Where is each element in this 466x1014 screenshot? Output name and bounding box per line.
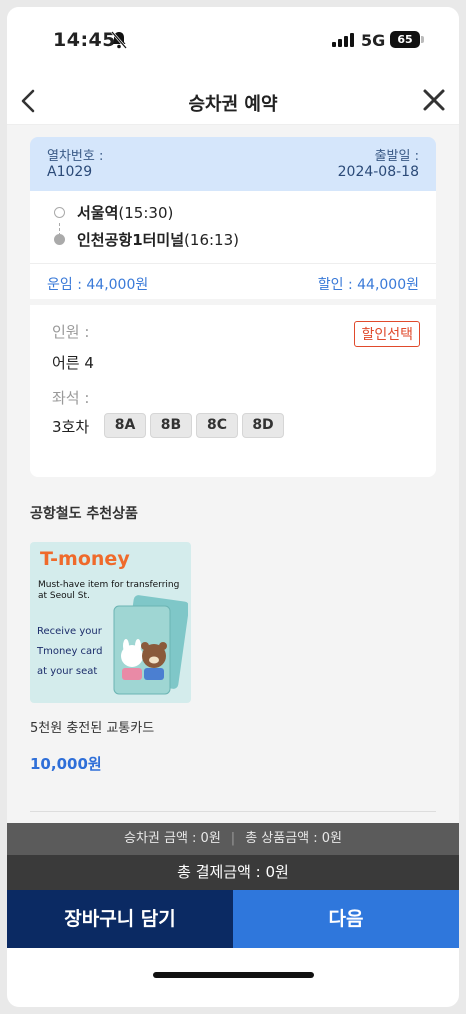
discount-amount: 할인 : 44,000원 xyxy=(317,277,419,293)
product-name: 5천원 충전된 교통카드 xyxy=(30,721,155,736)
route-card: 서울역(15:30) 인천공항1터미널(16:13) 운임 : 44,000원 … xyxy=(30,191,436,299)
seat-label: 좌석 : xyxy=(52,389,90,407)
battery-icon: 65 xyxy=(390,31,424,48)
bell-off-icon xyxy=(111,31,127,49)
status-bar: 14:45 5G 65 xyxy=(7,7,459,79)
product-amount: 총 상품금액 : 0원 xyxy=(245,831,342,846)
total-payment: 총 결제금액 : 0원 xyxy=(7,855,459,890)
divider xyxy=(30,811,436,812)
reservation-content: 열차번호 : A1029 출발일 : 2024-08-18 서울역(15:30)… xyxy=(7,125,459,823)
amount-summary: 승차권 금액 : 0원 | 총 상품금액 : 0원 xyxy=(7,823,459,855)
product-brand: T-money xyxy=(40,548,130,570)
people-label: 인원 : xyxy=(52,323,90,341)
departure-dot-icon xyxy=(54,207,65,218)
summary-separator: | xyxy=(230,831,236,846)
page-title: 승차권 예약 xyxy=(188,94,278,115)
arrival-dot-icon xyxy=(54,234,65,245)
signal-icon xyxy=(332,33,354,47)
discount-select-button[interactable]: 할인선택 xyxy=(354,321,420,347)
recommend-title: 공항철도 추천상품 xyxy=(30,506,138,522)
fare-row: 운임 : 44,000원 할인 : 44,000원 xyxy=(30,263,436,297)
close-icon[interactable] xyxy=(421,87,447,113)
add-to-cart-button[interactable]: 장바구니 담기 xyxy=(7,890,233,948)
departure-date-label: 출발일 : xyxy=(374,149,419,164)
product-price: 10,000원 xyxy=(30,755,102,773)
product-image[interactable]: T-money Must-have item for transferring … xyxy=(30,542,191,703)
tmoney-card-illustration-icon xyxy=(113,595,188,695)
network-type: 5G xyxy=(361,31,386,50)
ticket-amount: 승차권 금액 : 0원 xyxy=(123,831,221,846)
departure-station: 서울역 xyxy=(77,204,119,222)
train-number-label: 열차번호 : xyxy=(47,149,104,164)
next-button[interactable]: 다음 xyxy=(233,890,459,948)
seat-chip: 8D xyxy=(242,413,284,438)
train-number: A1029 xyxy=(47,164,93,180)
people-value: 어른 4 xyxy=(52,354,94,372)
departure-time: (15:30) xyxy=(118,204,174,222)
seat-chip: 8B xyxy=(150,413,192,438)
car-number: 3호차 xyxy=(52,418,90,436)
phone-screen: 14:45 5G 65 승차권 예약 열차번호 : A1029 출발일: 20… xyxy=(7,7,459,1007)
status-time: 14:45 xyxy=(53,29,116,51)
arrival-station: 인천공항1터미널 xyxy=(77,231,185,249)
departure-stop: 서울역(15:30) xyxy=(77,202,173,223)
train-info-header: 열차번호 : A1029 출발일 : 2024-08-18 xyxy=(30,137,436,191)
departure-date: 2024-08-18 xyxy=(337,164,419,180)
arrival-stop: 인천공항1터미널(16:13) xyxy=(77,229,239,250)
app-header: 승차권 예약 xyxy=(7,79,459,125)
seat-chip: 8A xyxy=(104,413,146,438)
seat-chip: 8C xyxy=(196,413,238,438)
home-indicator[interactable] xyxy=(153,972,314,978)
fare-amount: 운임 : 44,000원 xyxy=(47,277,149,293)
arrival-time: (16:13) xyxy=(184,231,239,249)
passenger-card: 인원 : 할인선택 어른 4 좌석 : 3호차 8A 8B 8C 8D xyxy=(30,305,436,477)
